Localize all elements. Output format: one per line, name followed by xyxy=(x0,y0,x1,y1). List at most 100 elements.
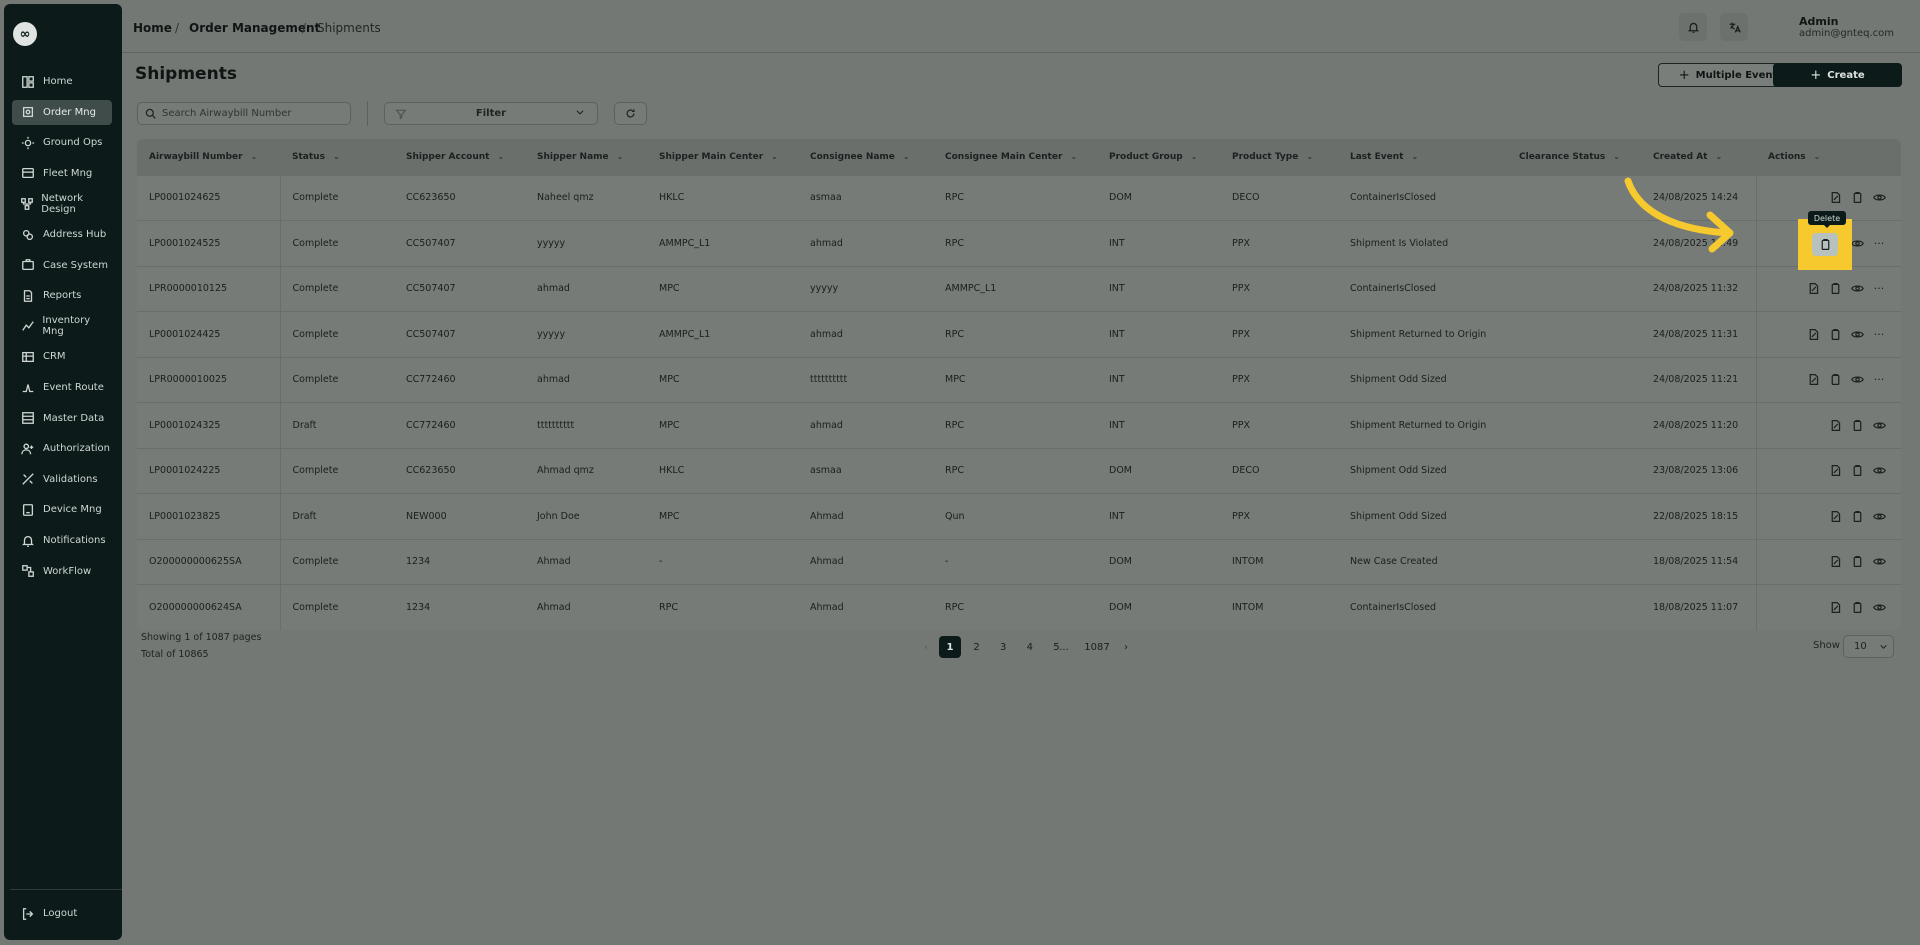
sort-icon[interactable]: ⌄ xyxy=(1814,152,1821,161)
column-header[interactable]: Product Type ⌄ xyxy=(1220,139,1338,175)
create-button[interactable]: + Create xyxy=(1773,63,1902,87)
page-size-select[interactable]: 10 xyxy=(1843,635,1894,658)
more-options-icon[interactable]: ··· xyxy=(1871,372,1887,388)
delete-button-highlighted[interactable] xyxy=(1812,233,1838,256)
trash-icon[interactable] xyxy=(1849,463,1865,479)
eye-icon[interactable] xyxy=(1871,554,1887,570)
sort-icon[interactable]: ⌄ xyxy=(1070,152,1077,161)
page-button-4[interactable]: 4 xyxy=(1019,636,1041,658)
column-header[interactable]: Airwaybill Number ⌄ xyxy=(137,139,280,175)
sidebar-item-crm[interactable]: CRM xyxy=(12,344,112,369)
sidebar-item-ground-ops[interactable]: Ground Ops xyxy=(12,130,112,155)
prev-page-button[interactable]: ‹ xyxy=(915,636,937,658)
eye-icon[interactable] xyxy=(1849,281,1865,297)
sidebar-item-address-hub[interactable]: Address Hub xyxy=(12,222,112,247)
page-button-1[interactable]: 1 xyxy=(939,636,961,658)
sidebar-item-inventory-mng[interactable]: Inventory Mng xyxy=(12,314,112,339)
trash-icon[interactable] xyxy=(1849,190,1865,206)
column-header[interactable]: Shipper Name ⌄ xyxy=(525,139,647,175)
trash-icon[interactable] xyxy=(1849,600,1865,616)
trash-icon[interactable] xyxy=(1827,326,1843,342)
sort-icon[interactable]: ⌄ xyxy=(1613,152,1620,161)
column-header[interactable]: Product Group ⌄ xyxy=(1097,139,1220,175)
table-row[interactable]: O200000000625SA Complete 1234 Ahmad - Ahmad - D… xyxy=(137,539,1901,585)
eye-icon[interactable] xyxy=(1871,190,1887,206)
refresh-button[interactable] xyxy=(614,102,647,125)
trash-icon[interactable] xyxy=(1827,372,1843,388)
edit-document-icon[interactable] xyxy=(1827,508,1843,524)
edit-document-icon[interactable] xyxy=(1805,281,1821,297)
more-options-icon[interactable]: ··· xyxy=(1871,281,1887,297)
logout-button[interactable]: Logout xyxy=(12,901,112,926)
sidebar-item-master-data[interactable]: Master Data xyxy=(12,406,112,431)
edit-document-icon[interactable] xyxy=(1827,554,1843,570)
column-header[interactable]: Actions ⌄ xyxy=(1756,139,1901,175)
table-row[interactable]: LPR0000010025 Complete CC772460 ahmad MPC ttt… xyxy=(137,357,1901,403)
sidebar-item-notifications[interactable]: Notifications xyxy=(12,528,112,553)
eye-icon[interactable] xyxy=(1871,417,1887,433)
sidebar-item-order-mng[interactable]: Order Mng xyxy=(12,99,112,125)
edit-document-icon[interactable] xyxy=(1827,417,1843,433)
filter-dropdown[interactable]: Filter xyxy=(384,102,598,125)
sidebar-item-event-route[interactable]: Event Route xyxy=(12,375,112,400)
sidebar-item-home[interactable]: Home xyxy=(12,69,112,94)
column-header[interactable]: Shipper Main Center ⌄ xyxy=(647,139,798,175)
trash-icon[interactable] xyxy=(1849,554,1865,570)
sidebar-item-validations[interactable]: Validations xyxy=(12,467,112,492)
sidebar-item-workflow[interactable]: WorkFlow xyxy=(12,559,112,584)
edit-document-icon[interactable] xyxy=(1827,600,1843,616)
edit-document-icon[interactable] xyxy=(1827,190,1843,206)
page-button-3[interactable]: 3 xyxy=(992,636,1014,658)
sort-icon[interactable]: ⌄ xyxy=(251,152,258,161)
next-page-button[interactable]: › xyxy=(1115,636,1137,658)
sort-icon[interactable]: ⌄ xyxy=(1715,152,1722,161)
sort-icon[interactable]: ⌄ xyxy=(771,152,778,161)
app-logo[interactable]: ∞ xyxy=(13,22,37,46)
sidebar-item-fleet-mng[interactable]: Fleet Mng xyxy=(12,161,112,186)
edit-document-icon[interactable] xyxy=(1805,372,1821,388)
sidebar-item-network-design[interactable]: Network Design xyxy=(12,191,112,216)
sort-icon[interactable]: ⌄ xyxy=(1191,152,1198,161)
last-page-button[interactable]: 1087 xyxy=(1084,636,1110,658)
more-options-icon[interactable]: ··· xyxy=(1871,326,1887,342)
eye-icon[interactable] xyxy=(1849,326,1865,342)
language-button[interactable] xyxy=(1720,13,1748,41)
eye-icon[interactable] xyxy=(1871,508,1887,524)
sort-icon[interactable]: ⌄ xyxy=(1411,152,1418,161)
table-row[interactable]: LP0001024425 Complete CC507407 yyyyy AMMPC_L… xyxy=(137,311,1901,357)
eye-icon[interactable] xyxy=(1849,372,1865,388)
column-header[interactable]: Clearance Status ⌄ xyxy=(1507,139,1641,175)
notifications-button[interactable] xyxy=(1679,13,1707,41)
sort-icon[interactable]: ⌄ xyxy=(333,152,340,161)
breadcrumb-order-management[interactable]: Order Management xyxy=(189,21,320,35)
column-header[interactable]: Consignee Name ⌄ xyxy=(798,139,933,175)
sort-icon[interactable]: ⌄ xyxy=(903,152,910,161)
breadcrumb-home[interactable]: Home xyxy=(133,21,172,35)
eye-icon[interactable] xyxy=(1871,600,1887,616)
sort-icon[interactable]: ⌄ xyxy=(497,152,504,161)
column-header[interactable]: Consignee Main Center ⌄ xyxy=(933,139,1097,175)
column-header[interactable]: Created At ⌄ xyxy=(1641,139,1756,175)
table-row[interactable]: LPR0000010125 Complete CC507407 ahmad MPC yyy… xyxy=(137,266,1901,312)
table-row[interactable]: LP0001024225 Complete CC623650 Ahmad qmz HKL… xyxy=(137,448,1901,494)
column-header[interactable]: Last Event ⌄ xyxy=(1338,139,1507,175)
page-button-2[interactable]: 2 xyxy=(966,636,988,658)
more-options-icon[interactable]: ··· xyxy=(1871,235,1887,251)
sidebar-item-device-mng[interactable]: Device Mng xyxy=(12,497,112,522)
trash-icon[interactable] xyxy=(1849,508,1865,524)
user-name[interactable]: Admin xyxy=(1799,15,1838,28)
sidebar-item-reports[interactable]: Reports xyxy=(12,283,112,308)
edit-document-icon[interactable] xyxy=(1805,326,1821,342)
trash-icon[interactable] xyxy=(1849,417,1865,433)
column-header[interactable]: Status ⌄ xyxy=(280,139,394,175)
eye-icon[interactable] xyxy=(1871,463,1887,479)
table-row[interactable]: LP0001024325 Draft CC772460 tttttttttt MPC ah… xyxy=(137,402,1901,448)
edit-document-icon[interactable] xyxy=(1827,463,1843,479)
column-header[interactable]: Shipper Account ⌄ xyxy=(394,139,525,175)
sort-icon[interactable]: ⌄ xyxy=(1306,152,1313,161)
table-row[interactable]: LP0001023825 Draft NEW000 John Doe MPC Ahmad Q… xyxy=(137,493,1901,539)
search-input[interactable] xyxy=(162,108,342,119)
table-row[interactable]: O200000000624SA Complete 1234 Ahmad RPC Ahmad… xyxy=(137,584,1901,630)
sidebar-item-authorization[interactable]: Authorization xyxy=(12,436,112,461)
sidebar-item-case-system[interactable]: Case System xyxy=(12,253,112,278)
